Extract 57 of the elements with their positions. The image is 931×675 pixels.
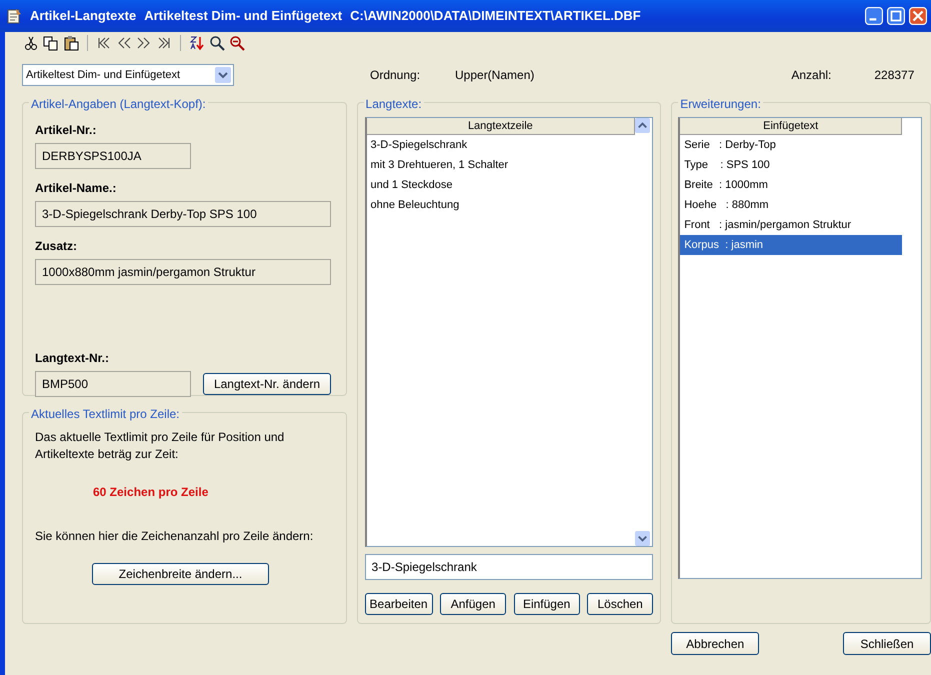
field-label: Zusatz: (35, 238, 78, 255)
list-row[interactable]: Front : jasmin/pergamon Struktur (680, 215, 902, 235)
window-title: Artikeltest Dim- und Einfügetext (144, 7, 342, 26)
sort-icon[interactable] (189, 35, 205, 51)
window-title: Artikel-Langtexte (30, 7, 136, 26)
dialog-button[interactable]: Abbrechen (671, 632, 760, 655)
close-icon[interactable] (909, 7, 927, 25)
field-label: Langtext-Nr.: (35, 350, 110, 367)
scissors-icon[interactable] (23, 35, 39, 51)
list-row[interactable]: ohne Beleuchtung (366, 195, 636, 215)
column-header[interactable]: Langtextzeile (366, 118, 636, 135)
info-value: Upper(Namen) (455, 67, 534, 84)
action-button[interactable]: Einfügen (514, 593, 580, 615)
action-button[interactable]: Anfügen (440, 593, 506, 615)
input-field[interactable]: 1000x880mm jasmin/pergamon Struktur (35, 259, 331, 285)
dialog-button[interactable]: Schließen (843, 632, 931, 655)
action-button[interactable]: Bearbeiten (364, 593, 433, 615)
input-field[interactable]: DERBYSPS100JA (35, 143, 191, 169)
list-row[interactable]: Type : SPS 100 (680, 155, 902, 175)
list-row[interactable]: Serie : Derby-Top (680, 135, 902, 155)
text-input[interactable]: 3-D-Spiegelschrank (364, 554, 654, 580)
window-title: C:\AWIN2000\DATA\DIMEINTEXT\ARTIKEL.DBF (350, 7, 641, 26)
change-width-button[interactable]: Zeichenbreite ändern... (92, 563, 269, 585)
paste-icon[interactable] (63, 35, 79, 51)
maximize-icon[interactable] (887, 7, 905, 25)
list-row[interactable]: 3-D-Spiegelschrank (366, 135, 636, 155)
info-value: 228377 (874, 67, 914, 84)
list-row[interactable]: mit 3 Drehtueren, 1 Schalter (366, 155, 636, 175)
scroll-up-icon[interactable] (635, 118, 650, 133)
select-value: Artikeltest Dim- und Einfügetext (26, 68, 180, 83)
first-record-icon[interactable] (96, 35, 112, 51)
scroll-down-icon[interactable] (635, 531, 650, 546)
change-button[interactable]: Langtext-Nr. ändern (203, 373, 331, 395)
next-record-icon[interactable] (136, 35, 152, 51)
input-field[interactable]: BMP500 (35, 371, 191, 397)
action-button[interactable]: Löschen (587, 593, 654, 615)
limit-text: 60 Zeichen pro Zeile (93, 484, 208, 501)
field-label: Artikel-Name.: (35, 180, 118, 197)
select-dropdown[interactable]: Artikeltest Dim- und Einfügetext (22, 64, 234, 86)
previous-record-icon[interactable] (116, 35, 132, 51)
input-field[interactable]: 3-D-Spiegelschrank Derby-Top SPS 100 (35, 201, 331, 227)
hint-text: Sie können hier die Zeichenanzahl pro Zeile ändern: (35, 528, 314, 545)
last-record-icon[interactable] (156, 35, 172, 51)
notepad-icon (6, 8, 22, 24)
minimize-icon[interactable] (865, 7, 883, 25)
field-label: Artikel-Nr.: (35, 122, 98, 139)
search-icon[interactable] (209, 35, 225, 51)
copy-icon[interactable] (43, 35, 59, 51)
list-row[interactable]: und 1 Steckdose (366, 175, 636, 195)
info-label: Ordnung: (370, 67, 422, 84)
description-text: Das aktuelle Textlimit pro Zeile für Position und Artikeltexte beträg zur Zeit: (35, 429, 286, 463)
zoom-out-icon[interactable] (229, 35, 245, 51)
column-header[interactable]: Einfügetext (680, 118, 902, 135)
list-row[interactable]: Breite : 1000mm (680, 175, 902, 195)
list-row[interactable]: Korpus : jasmin (680, 235, 902, 255)
info-label: Anzahl: (791, 67, 832, 84)
list-row[interactable]: Hoehe : 880mm (680, 195, 902, 215)
